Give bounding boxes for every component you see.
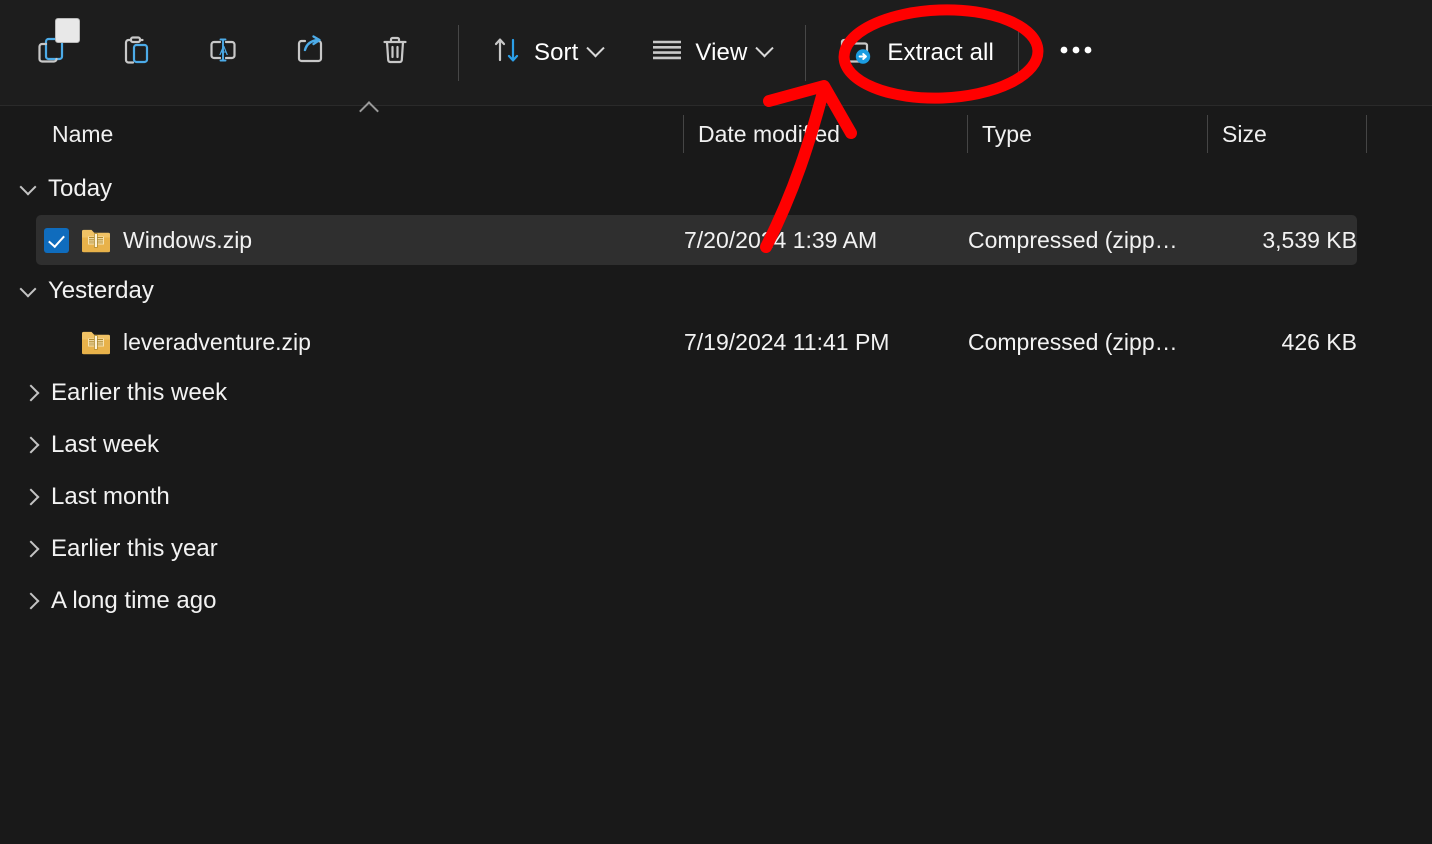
chevron-down-icon [586, 39, 606, 58]
extract-all-button[interactable]: Extract all [828, 22, 1003, 84]
view-label: View [695, 38, 748, 66]
view-icon [650, 37, 684, 68]
group-header-yesterday[interactable]: Yesterday [0, 265, 1432, 317]
paste-button[interactable] [94, 22, 180, 84]
file-list: Today Windows.zip 7/20/2024 1:39 AM Compre… [0, 163, 1432, 844]
column-header-name-label: Name [52, 120, 114, 147]
chevron-right-icon [22, 436, 40, 454]
column-header-spacer [1367, 107, 1432, 161]
zip-folder-icon [82, 331, 110, 354]
share-button[interactable] [266, 22, 352, 84]
file-type-cell: Compressed (zipp… [968, 226, 1178, 253]
column-header-row: Name Date modified Type Size [0, 107, 1432, 161]
chevron-right-icon [22, 592, 40, 610]
column-header-date-modified[interactable]: Date modified [684, 107, 968, 161]
ellipsis-icon [1056, 43, 1096, 62]
delete-button[interactable] [352, 22, 438, 84]
chevron-right-icon [22, 384, 40, 402]
file-size-cell: 3,539 KB [1262, 226, 1357, 253]
chevron-down-icon [19, 178, 37, 195]
group-header-earlier-this-week[interactable]: Earlier this week [0, 367, 1432, 419]
view-button[interactable]: View [640, 22, 781, 84]
file-date-modified-cell: 7/20/2024 1:39 AM [684, 226, 878, 253]
group-header-label: Last week [51, 431, 160, 458]
select-all-checkbox[interactable] [55, 18, 80, 43]
column-header-date-label: Date modified [698, 120, 840, 147]
file-name-cell: Windows.zip [36, 227, 684, 254]
zip-folder-icon-wrapper [81, 330, 111, 355]
file-name-label: Windows.zip [123, 226, 253, 253]
file-row[interactable]: leveradventure.zip 7/19/2024 11:41 PM Comp… [36, 317, 1357, 367]
sort-icon [491, 34, 523, 71]
group-header-label: Earlier this week [51, 379, 228, 406]
group-header-a-long-time-ago[interactable]: A long time ago [0, 575, 1432, 627]
group-header-earlier-this-year[interactable]: Earlier this year [0, 523, 1432, 575]
column-header-type[interactable]: Type [968, 107, 1208, 161]
paste-icon [120, 33, 154, 72]
extract-all-icon [838, 33, 876, 72]
file-select-checkbox[interactable] [44, 227, 69, 253]
trash-icon [378, 33, 412, 72]
file-select-checkbox[interactable] [44, 330, 69, 355]
file-type-cell: Compressed (zipp… [968, 328, 1178, 355]
more-options-button[interactable] [1033, 22, 1119, 84]
column-header-type-label: Type [982, 120, 1032, 147]
chevron-down-icon [755, 39, 775, 58]
rename-icon: A [206, 33, 240, 72]
command-bar: A Sort View Extract all [0, 0, 1432, 106]
group-header-last-week[interactable]: Last week [0, 419, 1432, 471]
file-size-cell: 426 KB [1281, 328, 1357, 355]
group-header-label: Today [48, 175, 113, 202]
rename-button[interactable]: A [180, 22, 266, 84]
column-header-size[interactable]: Size [1208, 107, 1367, 161]
file-explorer-window: A Sort View Extract all Name Date modifi… [0, 0, 1432, 844]
column-header-size-label: Size [1222, 120, 1267, 147]
share-icon [292, 33, 326, 72]
toolbar-separator-1 [458, 24, 459, 81]
file-name-label: leveradventure.zip [123, 328, 311, 355]
chevron-down-icon [19, 280, 37, 297]
copy-button[interactable] [8, 22, 94, 84]
file-date-modified-cell: 7/19/2024 11:41 PM [684, 328, 890, 355]
group-header-today[interactable]: Today [0, 163, 1432, 215]
sort-button[interactable]: Sort [481, 22, 612, 84]
group-header-last-month[interactable]: Last month [0, 471, 1432, 523]
zip-folder-icon [82, 229, 110, 252]
column-header-name[interactable]: Name [0, 107, 684, 161]
group-header-label: Earlier this year [51, 535, 218, 562]
chevron-right-icon [22, 488, 40, 506]
file-name-cell: leveradventure.zip [36, 329, 684, 356]
group-header-label: Yesterday [48, 277, 154, 304]
file-row[interactable]: Windows.zip 7/20/2024 1:39 AM Compressed (… [36, 215, 1357, 265]
toolbar-separator-2 [805, 24, 807, 81]
zip-folder-icon-wrapper [81, 228, 111, 253]
chevron-right-icon [22, 540, 40, 558]
group-header-label: Last month [51, 483, 170, 510]
extract-all-label: Extract all [887, 38, 994, 66]
sort-label: Sort [534, 38, 579, 66]
group-header-label: A long time ago [51, 587, 217, 614]
toolbar-separator-3 [1017, 24, 1019, 81]
